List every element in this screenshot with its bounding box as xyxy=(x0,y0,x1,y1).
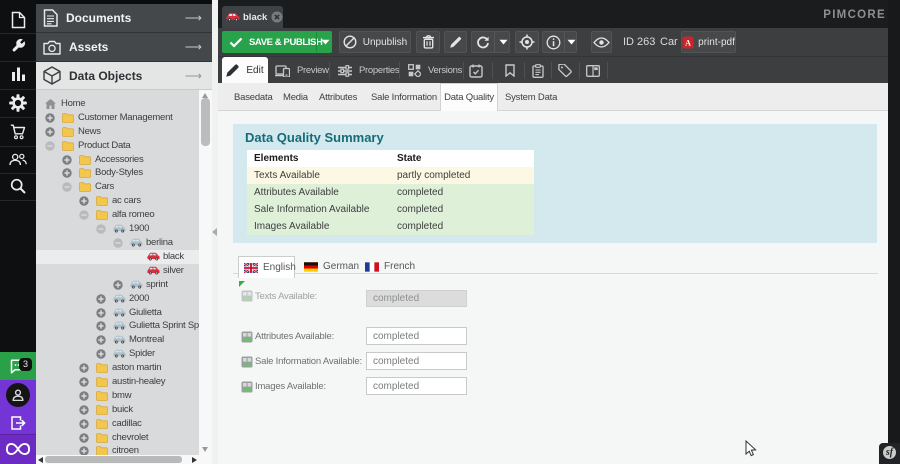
svg-text:A: A xyxy=(685,38,691,47)
